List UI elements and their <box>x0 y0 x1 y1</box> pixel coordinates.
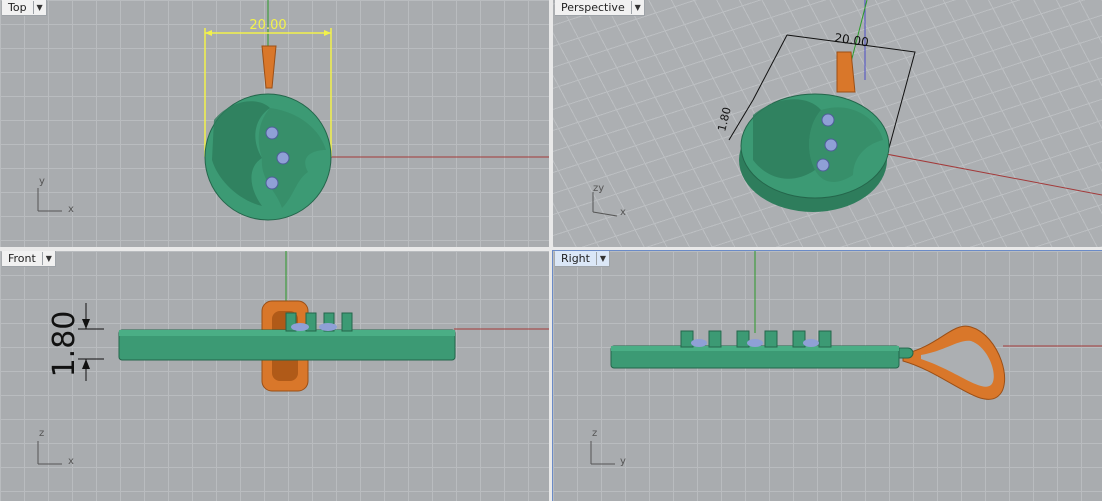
axis-label-v: y <box>39 176 45 187</box>
viewport-label: Front <box>8 252 36 265</box>
viewport-tab-right[interactable]: Right ▼ <box>555 251 610 267</box>
axis-label-h: x <box>68 204 74 215</box>
bail <box>261 45 277 89</box>
axis-label-v: zy <box>593 183 605 194</box>
viewport-tab-front[interactable]: Front ▼ <box>2 251 56 267</box>
axis-label-h: y <box>620 456 626 467</box>
viewport-label: Perspective <box>561 1 625 14</box>
axis-label-h: x <box>68 456 74 467</box>
axis-label-v: z <box>592 428 598 439</box>
dimension-text: 1.80 <box>47 311 82 378</box>
dimension-text: 20.00 <box>249 18 286 33</box>
gem <box>821 113 835 127</box>
viewport-perspective[interactable]: Perspective ▼ 20.00 1.80 zy x <box>553 0 1102 247</box>
chevron-down-icon[interactable]: ▼ <box>595 252 609 265</box>
viewport-tab-top[interactable]: Top ▼ <box>2 0 47 16</box>
axis-label-v: z <box>39 428 45 439</box>
viewport-right[interactable]: Right ▼ z y <box>552 250 1102 501</box>
viewport-front[interactable]: Front ▼ 1.80 z x <box>0 251 549 501</box>
viewport-label: Top <box>8 1 27 14</box>
axis-label-h: x <box>620 207 626 218</box>
gem <box>265 176 279 190</box>
x-axis-line <box>864 149 1102 196</box>
viewport-tab-perspective[interactable]: Perspective ▼ <box>555 0 645 16</box>
perspective-view-scene: 20.00 1.80 <box>592 0 1102 217</box>
gem <box>824 138 838 152</box>
gem <box>816 158 830 172</box>
gem <box>276 151 290 165</box>
viewport-top[interactable]: Top ▼ 20.00 y x <box>0 0 549 247</box>
right-view-scene <box>590 251 1102 465</box>
chevron-down-icon[interactable]: ▼ <box>630 1 644 14</box>
viewport-label: Right <box>561 252 590 265</box>
dimension-text: 20.00 <box>834 31 870 50</box>
chevron-down-icon[interactable]: ▼ <box>41 252 55 265</box>
top-view-scene: 20.00 <box>37 0 549 221</box>
dimension-text: 1.80 <box>715 106 734 133</box>
front-view-scene: 1.80 <box>37 251 549 465</box>
gem <box>265 126 279 140</box>
chevron-down-icon[interactable]: ▼ <box>32 1 46 14</box>
